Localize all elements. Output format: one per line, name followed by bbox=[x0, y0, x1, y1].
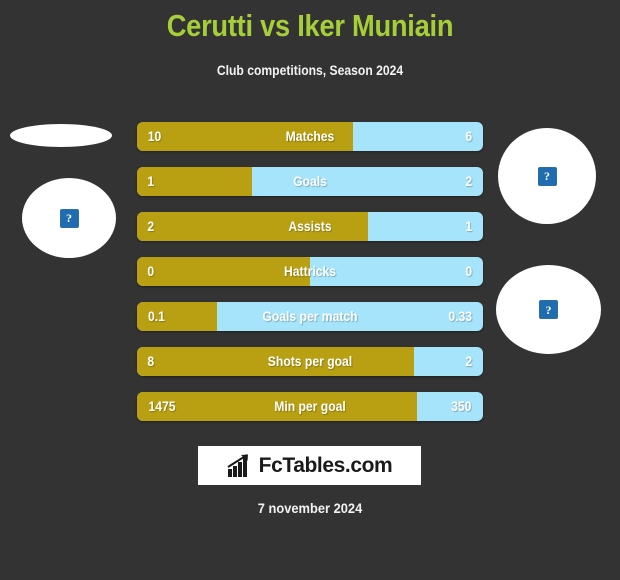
avatar-away-primary: ? bbox=[498, 128, 596, 224]
stat-bar-home-fill bbox=[137, 392, 417, 421]
stat-bar-home-fill bbox=[137, 212, 368, 241]
fctables-logo[interactable]: FcTables.com bbox=[198, 446, 421, 485]
stat-row: 1475 Min per goal 350 bbox=[137, 392, 483, 421]
footer-date: 7 november 2024 bbox=[257, 500, 363, 516]
bar-chart-growth-icon bbox=[227, 453, 248, 477]
page-title: Cerutti vs Iker Muniain bbox=[166, 8, 454, 43]
stats-comparison-list: 10 Matches 6 1 Goals 2 2 Assists 1 0 Hattricks 0 0.1… bbox=[137, 122, 483, 437]
stat-row: 10 Matches 6 bbox=[137, 122, 483, 151]
brand-name: FcTables.com bbox=[258, 453, 393, 477]
stat-value-away: 0 bbox=[465, 264, 473, 279]
stat-value-away: 0.33 bbox=[448, 309, 472, 324]
page-subtitle: Club competitions, Season 2024 bbox=[216, 63, 404, 78]
stat-row: 0 Hattricks 0 bbox=[137, 257, 483, 286]
avatar-away-secondary: ? bbox=[496, 265, 601, 354]
stat-bar-home-fill bbox=[137, 167, 253, 196]
broken-image-icon: ? bbox=[539, 300, 558, 319]
broken-image-icon: ? bbox=[59, 208, 79, 228]
stat-bar-home-fill bbox=[137, 302, 218, 331]
stat-value-away: 6 bbox=[465, 129, 473, 144]
stat-value-away: 2 bbox=[465, 174, 473, 189]
stat-row: 1 Goals 2 bbox=[137, 167, 483, 196]
avatar-home-secondary bbox=[10, 124, 112, 147]
stat-bar-home-fill bbox=[137, 347, 414, 376]
stat-row: 0.1 Goals per match 0.33 bbox=[137, 302, 483, 331]
stat-value-away: 1 bbox=[465, 219, 473, 234]
stat-bar-home-fill bbox=[137, 257, 310, 286]
stat-value-away: 350 bbox=[451, 399, 472, 414]
stat-row: 2 Assists 1 bbox=[137, 212, 483, 241]
stat-value-away: 2 bbox=[465, 354, 473, 369]
avatar-home-primary: ? bbox=[22, 178, 116, 258]
stat-row: 8 Shots per goal 2 bbox=[137, 347, 483, 376]
broken-image-icon: ? bbox=[537, 166, 557, 186]
stat-bar-home-fill bbox=[137, 122, 354, 151]
